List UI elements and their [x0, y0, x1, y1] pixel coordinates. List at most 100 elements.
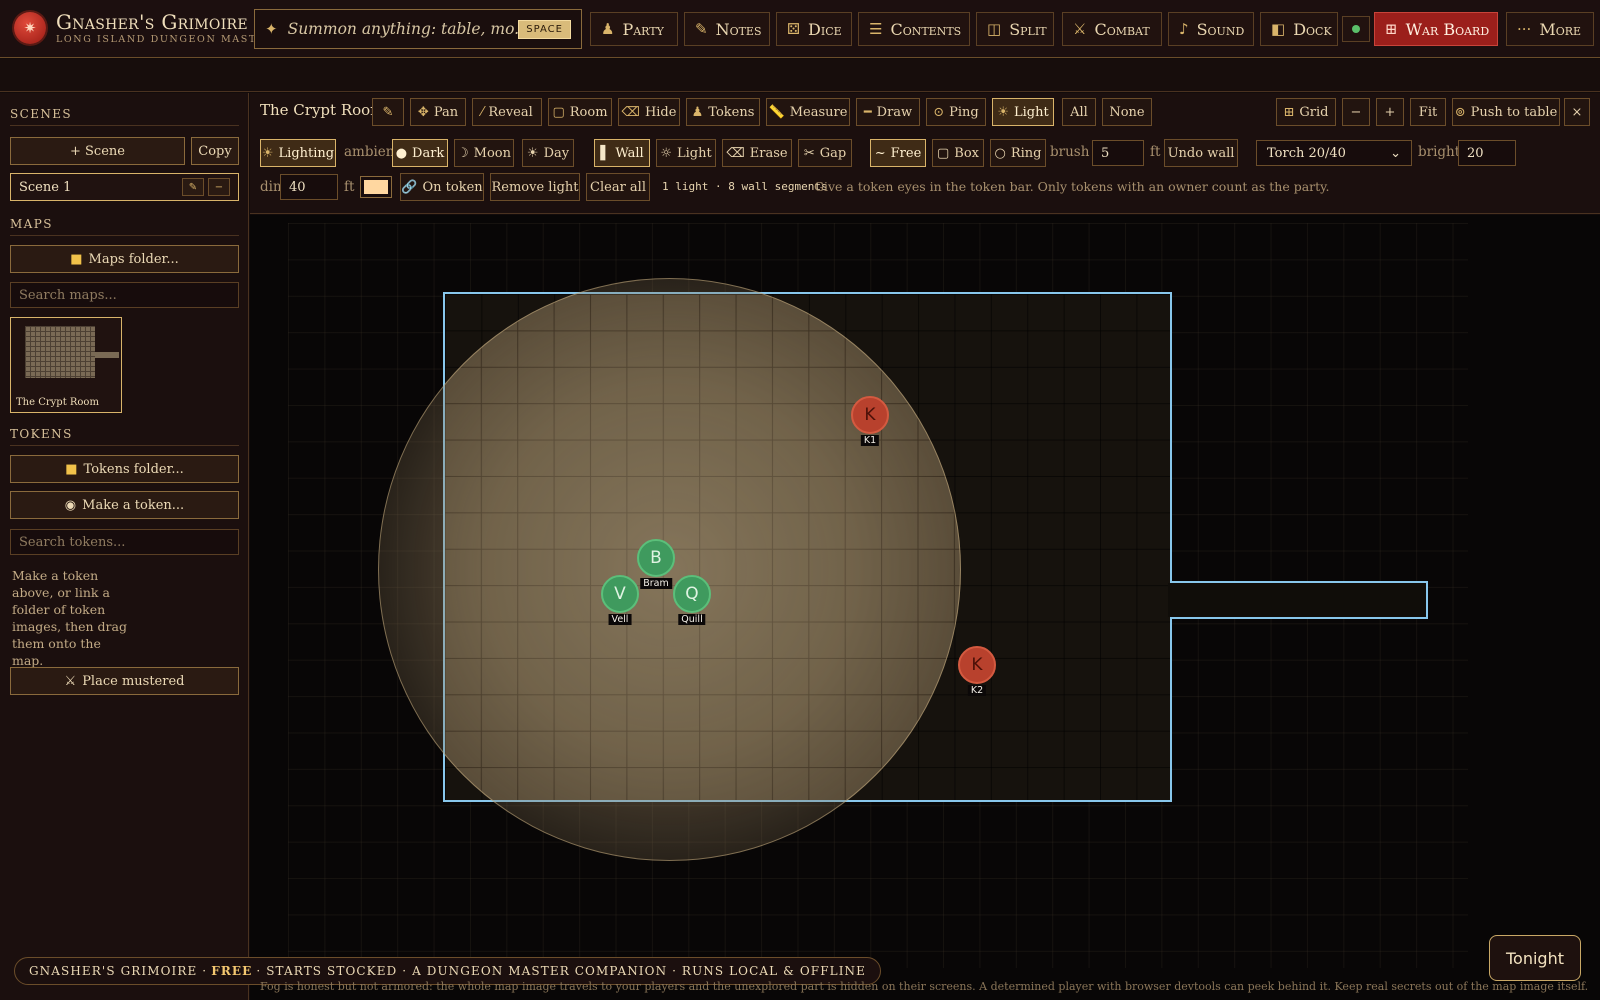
nav-war-board-button[interactable]: ⊞ War Board — [1374, 12, 1498, 46]
connection-status-indicator[interactable] — [1342, 16, 1370, 42]
zoom-out-button[interactable]: − — [1342, 98, 1370, 126]
map-token-k1[interactable]: K — [851, 396, 889, 434]
push-to-table-button[interactable]: ⊚ Push to table — [1452, 98, 1560, 126]
menu-lines-icon: ☰ — [869, 20, 883, 38]
map-token-quill[interactable]: Q — [673, 575, 711, 613]
nav-contents-button[interactable]: ☰ Contents — [858, 12, 970, 46]
map-token-k2[interactable]: K — [958, 646, 996, 684]
draw-tool-button[interactable]: ━ Draw — [856, 98, 920, 126]
remove-scene-icon[interactable]: − — [208, 178, 230, 196]
gap-tool-button[interactable]: ✂ Gap — [798, 139, 852, 167]
nav-sound-button[interactable]: ♪ Sound — [1168, 12, 1254, 46]
nav-more-button[interactable]: ··· More — [1506, 12, 1594, 46]
folder-icon: ■ — [65, 461, 78, 477]
light-tool-button[interactable]: ☀ Light — [992, 98, 1054, 126]
pencil-icon: ✎ — [695, 20, 708, 38]
ping-tool-button[interactable]: ⊙ Ping — [926, 98, 986, 126]
undo-wall-button[interactable]: Undo wall — [1164, 139, 1238, 167]
token-label: Quill — [678, 614, 706, 625]
add-scene-button[interactable]: + Scene — [10, 137, 185, 165]
nav-dice-button[interactable]: ⚄ Dice — [776, 12, 852, 46]
maps-folder-button[interactable]: ■ Maps folder... — [10, 245, 239, 273]
close-map-button[interactable]: × — [1564, 98, 1590, 126]
erase-wall-button[interactable]: ⌫ Erase — [722, 139, 792, 167]
scenes-heading: Scenes — [10, 107, 239, 126]
token-label: K2 — [967, 685, 987, 696]
hide-tool-button[interactable]: ⌫ Hide — [618, 98, 680, 126]
search-maps-input[interactable]: Search maps... — [10, 282, 239, 308]
clear-all-button[interactable]: Clear all — [586, 173, 650, 201]
square-icon: ▢ — [937, 145, 950, 161]
tagline-name: GNASHER'S GRIMOIRE · — [29, 964, 208, 978]
shortcut-key: SPACE — [518, 19, 571, 39]
nav-combat-button[interactable]: ⚔ Combat — [1062, 12, 1162, 46]
search-tokens-input[interactable]: Search tokens... — [10, 529, 239, 555]
ellipsis-icon: ··· — [1517, 20, 1532, 38]
target-icon: ◉ — [64, 497, 77, 513]
tokens-tool-button[interactable]: ♟ Tokens — [686, 98, 760, 126]
reveal-all-button[interactable]: All — [1062, 98, 1096, 126]
light-placer-button[interactable]: ☼ Light — [656, 139, 716, 167]
map-token-vell[interactable]: V — [601, 575, 639, 613]
map-thumbnail[interactable]: The Crypt Room — [10, 317, 122, 413]
brush-icon: ⁄ — [481, 104, 484, 120]
line-icon: ━ — [863, 104, 872, 120]
dim-radius-input[interactable]: 40 — [280, 174, 338, 200]
zoom-in-button[interactable]: + — [1376, 98, 1404, 126]
nav-notes-button[interactable]: ✎ Notes — [684, 12, 770, 46]
map-token-bram[interactable]: B — [637, 539, 675, 577]
light-color-swatch[interactable] — [360, 176, 392, 198]
light-preset-select[interactable]: Torch 20/40 ⌄ — [1256, 140, 1412, 166]
place-mustered-button[interactable]: ⚔ Place mustered — [10, 667, 239, 695]
ruler-icon: 📏 — [768, 104, 785, 120]
make-token-button[interactable]: ◉ Make a token... — [10, 491, 239, 519]
token-label: Bram — [640, 578, 672, 589]
square-icon: ▢ — [552, 104, 565, 120]
measure-tool-button[interactable]: 📏 Measure — [766, 98, 850, 126]
nav-party-button[interactable]: ♟ Party — [590, 12, 678, 46]
reveal-tool-button[interactable]: ⁄ Reveal — [472, 98, 542, 126]
wall-tool-button[interactable]: ▌ Wall — [594, 139, 650, 167]
summon-search[interactable]: ✦ Summon anything: table, mo... SPACE — [254, 9, 582, 49]
corridor-walls[interactable] — [1170, 581, 1428, 619]
tonight-button[interactable]: Tonight — [1489, 935, 1581, 981]
brand: Gnasher's Grimoire Long Island Dungeon M… — [56, 12, 274, 45]
ring-draw-button[interactable]: ○ Ring — [990, 139, 1046, 167]
box-draw-button[interactable]: ▢ Box — [932, 139, 984, 167]
copy-scene-button[interactable]: Copy — [191, 137, 239, 165]
fit-button[interactable]: Fit — [1410, 98, 1446, 126]
lighting-toggle-button[interactable]: ☀ Lighting — [260, 139, 336, 167]
ambient-moon-button[interactable]: ☽ Moon — [454, 139, 514, 167]
map-canvas[interactable]: K K1 B Bram V Vell Q Quill K K2 — [250, 215, 1600, 1000]
eraser-icon: ⌫ — [726, 145, 745, 161]
summon-input[interactable]: Summon anything: table, mo... — [288, 20, 519, 38]
top-bar: ✷ Gnasher's Grimoire Long Island Dungeon… — [0, 0, 1600, 58]
grid-toggle-button[interactable]: ⊞ Grid — [1276, 98, 1336, 126]
bright-radius-input[interactable]: 20 — [1458, 140, 1516, 166]
sun-icon: ☀ — [997, 104, 1009, 120]
attach-on-token-button[interactable]: 🔗 On token — [400, 173, 484, 201]
ambient-day-button[interactable]: ☀ Day — [522, 139, 574, 167]
tokens-folder-button[interactable]: ■ Tokens folder... — [10, 455, 239, 483]
scene-list-item[interactable]: Scene 1 ✎ − — [10, 173, 239, 201]
pawn-icon: ♟ — [601, 20, 615, 38]
ambient-dark-button[interactable]: ● Dark — [392, 139, 448, 167]
dice-icon: ⚄ — [787, 20, 801, 38]
lit-area — [445, 294, 1170, 800]
nav-dock-button[interactable]: ◧ Dock — [1260, 12, 1338, 46]
nav-split-button[interactable]: ◫ Split — [976, 12, 1054, 46]
select-tool-button[interactable]: ✎ — [372, 98, 404, 126]
lighting-hint: Give a token eyes in the token bar. Only… — [814, 179, 1330, 194]
tagline-free: FREE — [211, 964, 253, 978]
free-draw-button[interactable]: ~ Free — [870, 139, 926, 167]
reveal-none-button[interactable]: None — [1102, 98, 1152, 126]
dim-unit: ft — [344, 179, 355, 195]
rename-scene-icon[interactable]: ✎ — [182, 178, 204, 196]
pencil-icon: ✎ — [382, 104, 394, 120]
tokens-heading: Tokens — [10, 427, 239, 446]
room-tool-button[interactable]: ▢ Room — [548, 98, 612, 126]
pan-tool-button[interactable]: ✥ Pan — [410, 98, 466, 126]
remove-light-button[interactable]: Remove light — [490, 173, 580, 201]
brush-label: brush — [1050, 144, 1090, 160]
brush-size-input[interactable]: 5 — [1092, 140, 1144, 166]
